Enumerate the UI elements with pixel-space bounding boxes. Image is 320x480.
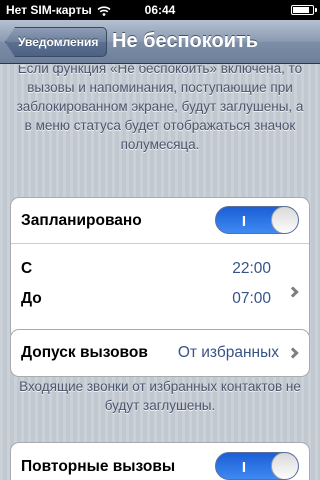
- to-time-line: До 07:00: [21, 286, 299, 316]
- allow-calls-note: Входящие звонки от избранных контактов н…: [19, 379, 301, 413]
- back-button[interactable]: Уведомления: [5, 27, 108, 57]
- battery-icon: [291, 5, 317, 15]
- schedule-times-row[interactable]: С 22:00 До 07:00: [11, 243, 309, 339]
- navigation-bar: Уведомления Не беспокоить: [0, 20, 320, 64]
- repeated-calls-toggle[interactable]: I: [215, 452, 299, 480]
- allow-calls-group: Допуск вызовов От избранных: [10, 329, 310, 377]
- scheduled-row: Запланировано I: [11, 198, 309, 243]
- from-label: С: [21, 260, 33, 277]
- scheduled-toggle[interactable]: I: [215, 206, 299, 234]
- repeated-calls-group: Повторные вызовы I: [10, 442, 310, 480]
- chevron-right-icon: [287, 347, 299, 359]
- scheduled-label: Запланировано: [21, 211, 142, 229]
- status-bar: Нет SIM-карты 06:44: [0, 0, 320, 20]
- battery-fill: [293, 7, 310, 13]
- repeated-calls-label: Повторные вызовы: [21, 458, 176, 475]
- page-title: Не беспокоить: [112, 30, 259, 52]
- to-time: 07:00: [232, 290, 271, 307]
- allow-calls-row[interactable]: Допуск вызовов От избранных: [11, 330, 309, 376]
- scheduled-toggle-on-label: I: [241, 213, 247, 230]
- status-time: 06:44: [144, 3, 176, 17]
- repeated-calls-toggle-knob: [271, 453, 298, 479]
- battery-nub: [315, 8, 317, 12]
- back-button-label: Уведомления: [18, 35, 99, 49]
- scheduled-toggle-knob: [271, 207, 298, 233]
- allow-calls-value: От избранных: [177, 344, 279, 361]
- settings-content[interactable]: Если функция «Не беспокоить» включена, т…: [0, 65, 320, 480]
- allow-calls-label: Допуск вызовов: [21, 344, 148, 361]
- from-time: 22:00: [232, 260, 271, 277]
- schedule-group: Запланировано I С 22:00 До 07:00: [10, 197, 310, 340]
- repeated-calls-toggle-on-label: I: [241, 459, 247, 476]
- from-time-line: С 22:00: [21, 256, 299, 286]
- repeated-calls-row: Повторные вызовы I: [11, 443, 309, 480]
- intro-text: Если функция «Не беспокоить» включена, т…: [16, 65, 304, 152]
- to-label: До: [21, 290, 42, 307]
